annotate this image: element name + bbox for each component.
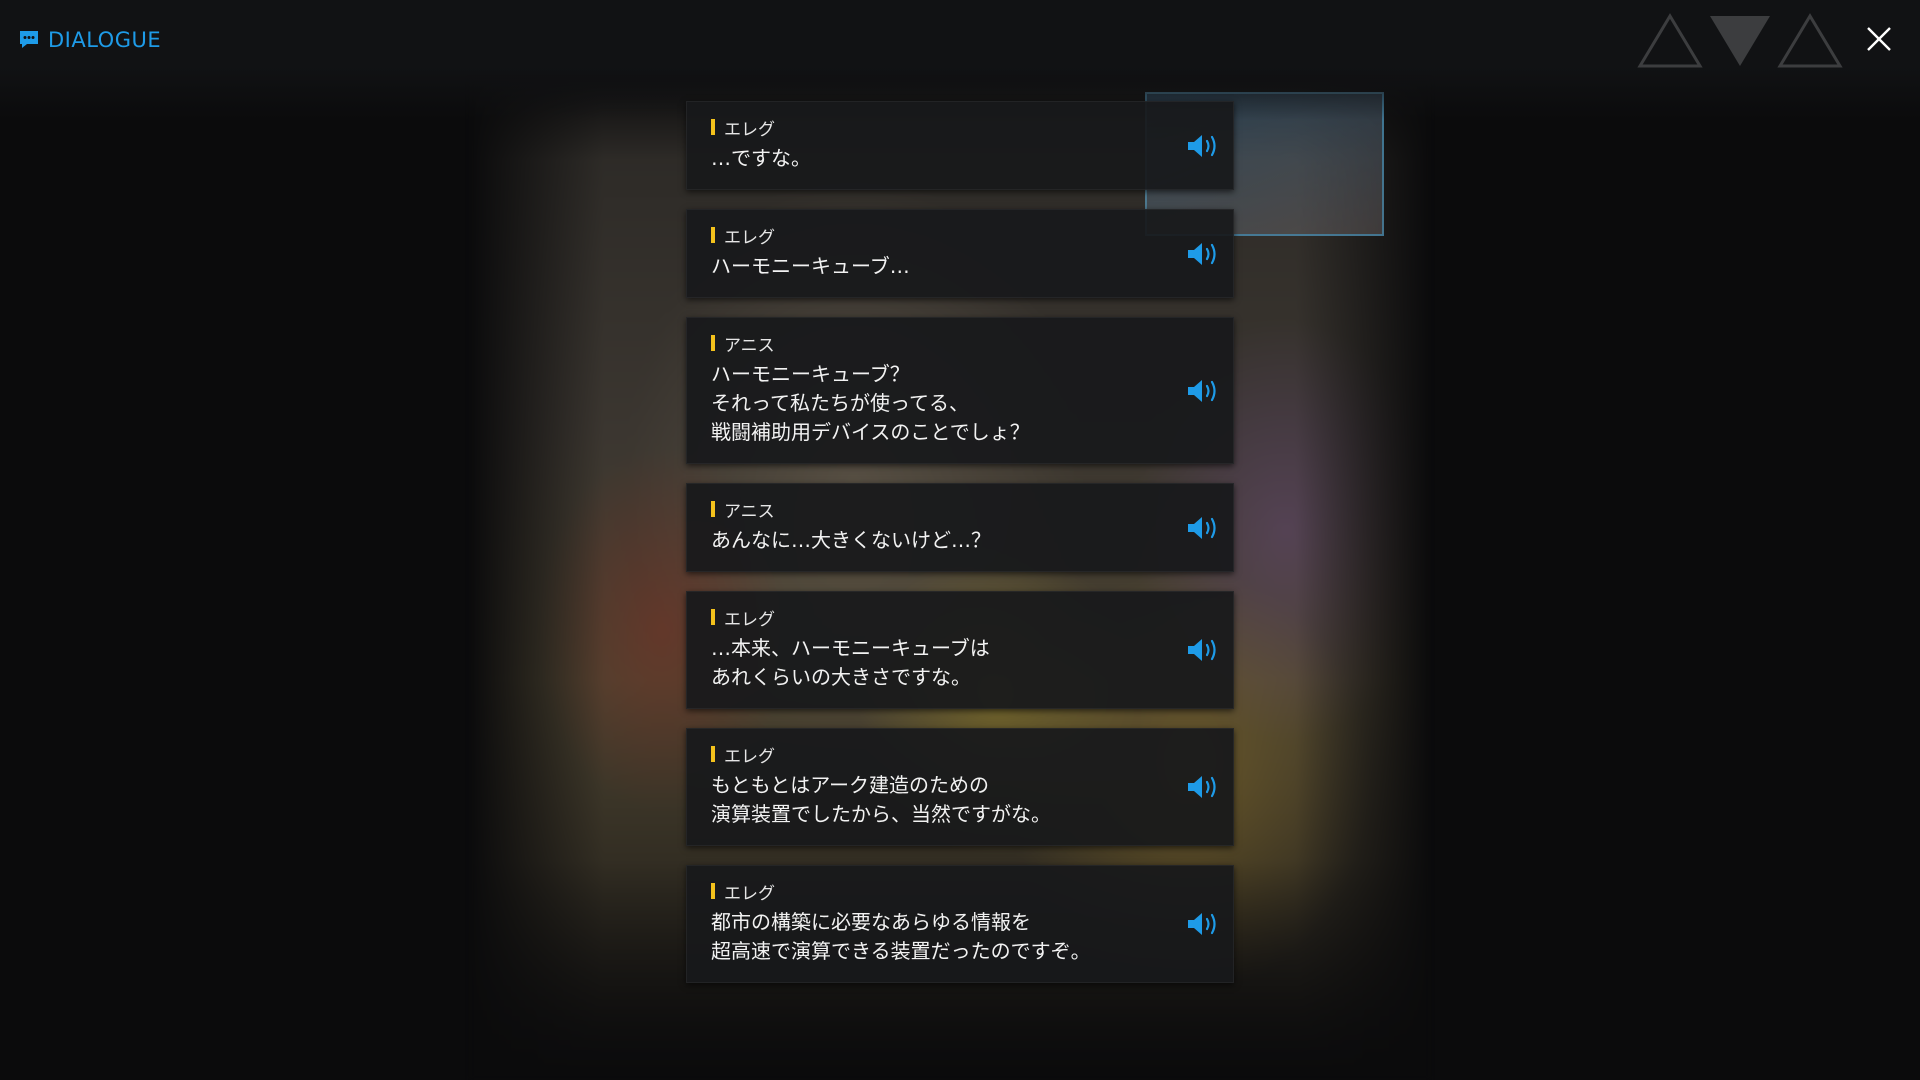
speaker-name: エレグ bbox=[724, 227, 775, 248]
close-icon[interactable] bbox=[1864, 24, 1894, 54]
speaker-name: エレグ bbox=[724, 119, 775, 140]
dialogue-entry: アニス ハーモニーキューブ？ それって私たちが使ってる、 戦闘補助用デバイスのこ… bbox=[686, 317, 1234, 464]
speaker-name: エレグ bbox=[724, 746, 775, 767]
dialogue-entry: エレグ 都市の構築に必要なあらゆる情報を 超高速で演算できる装置だったのですぞ。 bbox=[686, 865, 1234, 983]
speaker-label: エレグ bbox=[711, 880, 1153, 904]
speaker-icon[interactable] bbox=[1185, 131, 1221, 161]
dialogue-entry: エレグ …本来、ハーモニーキューブは あれくらいの大きさですな。 bbox=[686, 591, 1234, 709]
speaker-icon[interactable] bbox=[1185, 513, 1221, 543]
speaker-name: アニス bbox=[724, 335, 775, 356]
speaker-icon[interactable] bbox=[1185, 376, 1221, 406]
speaker-label: アニス bbox=[711, 498, 1153, 522]
dialogue-title: DIALOGUE bbox=[18, 28, 161, 52]
speaker-icon[interactable] bbox=[1185, 239, 1221, 269]
speaker-icon[interactable] bbox=[1185, 772, 1221, 802]
dialogue-entry: エレグ もともとはアーク建造のための 演算装置でしたから、当然ですがな。 bbox=[686, 728, 1234, 846]
speaker-icon[interactable] bbox=[1185, 635, 1221, 665]
dialogue-text: 都市の構築に必要なあらゆる情報を 超高速で演算できる装置だったのですぞ。 bbox=[711, 910, 1091, 963]
dialogue-text: ハーモニーキューブ… bbox=[711, 254, 910, 278]
page-title: DIALOGUE bbox=[48, 28, 162, 52]
speaker-label: アニス bbox=[711, 332, 1153, 356]
dialogue-entry: アニス あんなに…大きくないけど…？ bbox=[686, 483, 1234, 572]
speaker-label: エレグ bbox=[711, 116, 1153, 140]
chat-bubble-icon bbox=[20, 31, 38, 48]
dialogue-entry: エレグ …ですな。 bbox=[686, 101, 1234, 190]
speaker-name: エレグ bbox=[724, 883, 775, 904]
dialogue-text: あんなに…大きくないけど…？ bbox=[711, 528, 991, 552]
dialogue-text: …本来、ハーモニーキューブは あれくらいの大きさですな。 bbox=[711, 636, 990, 689]
dialogue-list[interactable]: エレグ …ですな。 エレグ ハーモニーキューブ… アニス ハーモニーキューブ？ … bbox=[686, 101, 1234, 1002]
speaker-label: エレグ bbox=[711, 743, 1153, 767]
decorative-triangles-icon bbox=[1637, 13, 1843, 68]
speaker-marker bbox=[711, 335, 715, 351]
dialogue-log-screen: DIALOGUE エレグ …ですな。 エレグ ハーモニーキューブ… アニス ハー… bbox=[0, 0, 1920, 1080]
dialogue-entry: エレグ ハーモニーキューブ… bbox=[686, 209, 1234, 298]
speaker-name: アニス bbox=[724, 501, 775, 522]
dialogue-text: ハーモニーキューブ？ それって私たちが使ってる、 戦闘補助用デバイスのことでしょ… bbox=[711, 362, 1030, 444]
speaker-label: エレグ bbox=[711, 224, 1153, 248]
speaker-icon[interactable] bbox=[1185, 909, 1221, 939]
speaker-marker bbox=[711, 119, 715, 135]
speaker-label: エレグ bbox=[711, 606, 1153, 630]
speaker-marker bbox=[711, 883, 715, 899]
speaker-marker bbox=[711, 746, 715, 762]
dialogue-text: …ですな。 bbox=[711, 146, 811, 170]
dialogue-text: もともとはアーク建造のための 演算装置でしたから、当然ですがな。 bbox=[711, 773, 1051, 826]
speaker-name: エレグ bbox=[724, 609, 775, 630]
speaker-marker bbox=[711, 609, 715, 625]
speaker-marker bbox=[711, 501, 715, 517]
speaker-marker bbox=[711, 227, 715, 243]
